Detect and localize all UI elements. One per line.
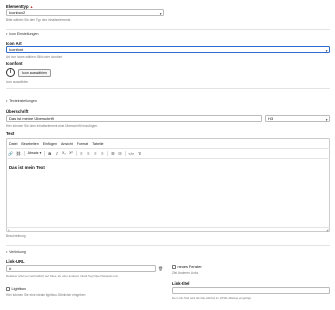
divider bbox=[6, 158, 330, 159]
text-settings-section-toggle[interactable]: ▾ Texteinstellungen bbox=[6, 99, 37, 103]
toolbar-separator bbox=[44, 150, 45, 156]
editor-statusbar: p bbox=[8, 228, 10, 232]
link-url-label: Link-URL bbox=[6, 259, 25, 264]
menu-datei[interactable]: Datei bbox=[9, 142, 17, 146]
select-arrow-icon: ▾ bbox=[325, 48, 328, 53]
unlink-icon[interactable]: ⛓ bbox=[16, 151, 21, 156]
element-type-select[interactable]: Iconbox2 ▾ bbox=[6, 9, 164, 16]
info-icon: i bbox=[6, 67, 15, 77]
menu-bearbeiten[interactable]: Bearbeiten bbox=[21, 142, 38, 146]
link-section-toggle[interactable]: ▾ Verlinkung bbox=[6, 250, 26, 254]
new-window-help: Ziel Anderen Links bbox=[172, 270, 199, 275]
align-right-icon[interactable]: ≡ bbox=[93, 151, 97, 156]
divider bbox=[6, 88, 330, 89]
link-icon[interactable]: 🔗 bbox=[8, 151, 13, 156]
text-help: Beschreibung bbox=[6, 234, 26, 238]
menu-tabelle[interactable]: Tabelle bbox=[92, 142, 103, 146]
link-title-label: Link-titel bbox=[172, 281, 190, 286]
italic-icon[interactable]: I bbox=[55, 151, 59, 156]
iconfont-help: Icon auswählen bbox=[6, 80, 29, 84]
select-arrow-icon: ▾ bbox=[159, 11, 162, 16]
menu-einfuegen[interactable]: Einfügen bbox=[43, 142, 57, 146]
link-title-input[interactable] bbox=[172, 287, 330, 294]
toolbar-separator bbox=[75, 150, 77, 156]
chevron-down-icon: ▾ bbox=[6, 99, 8, 103]
select-icon-button[interactable]: Icon auswählen bbox=[18, 69, 51, 77]
align-left-icon[interactable]: ≡ bbox=[79, 151, 83, 156]
format-select[interactable]: Absatz ▾ bbox=[28, 151, 42, 155]
lightbox-label: Lightbox bbox=[11, 287, 26, 291]
icon-settings-section-toggle[interactable]: ▾ Icon Einstellungen bbox=[6, 32, 38, 36]
align-center-icon[interactable]: ≡ bbox=[86, 151, 90, 156]
toolbar-separator bbox=[124, 150, 126, 156]
bold-icon[interactable]: B bbox=[48, 151, 52, 156]
text-label: Text bbox=[6, 131, 15, 136]
menu-ansicht[interactable]: Ansicht bbox=[61, 142, 73, 146]
lightbox-checkbox-row[interactable]: Lightbox bbox=[6, 287, 26, 291]
align-justify-icon[interactable]: ≡ bbox=[100, 151, 104, 156]
numbered-list-icon[interactable]: ☷ bbox=[118, 151, 122, 156]
bullet-list-icon[interactable]: ☰ bbox=[111, 151, 115, 156]
trash-icon[interactable]: 🗑 bbox=[158, 266, 163, 271]
link-title-help: Der Link-Titel wird als title-Attribut i… bbox=[172, 295, 252, 300]
iconfont-label: Iconfont bbox=[6, 61, 23, 66]
link-url-help: Relativer (Ziel.net verbindlich) auf Sit… bbox=[6, 273, 119, 278]
divider bbox=[6, 29, 330, 30]
heading-level-select[interactable]: H3 ▾ bbox=[265, 115, 330, 122]
new-window-label: neues Fenster bbox=[177, 265, 202, 269]
divider bbox=[6, 245, 330, 246]
editor-toolbar: 🔗 ⛓ Absatz ▾ B I X₂ X² ≡ ≡ ≡ ≡ ☰ ☷ </> T… bbox=[8, 150, 144, 156]
toolbar-separator bbox=[107, 150, 108, 156]
menu-format[interactable]: Format bbox=[77, 142, 88, 146]
heading-help: Hier können Sie dem Inhaltselement eine … bbox=[6, 123, 98, 128]
element-type-help: Bitte wählen Sie den Typ des Inhaltselem… bbox=[6, 17, 72, 22]
lightbox-help: Hier können Sie eine ideale lightbox-Stö… bbox=[6, 292, 86, 297]
divider bbox=[6, 148, 330, 149]
new-window-checkbox-row[interactable]: neues Fenster bbox=[172, 265, 202, 269]
select-arrow-icon: ▾ bbox=[325, 117, 328, 122]
clear-formatting-icon[interactable]: T̸ bbox=[137, 151, 141, 156]
icon-art-help: Art von Icons wählen: Bild oder Iconfont bbox=[6, 54, 63, 59]
resize-handle-icon[interactable]: ◢ bbox=[326, 228, 328, 232]
editor-menubar: Datei Bearbeiten Einfügen Ansicht Format Tabe… bbox=[9, 141, 108, 146]
divider bbox=[6, 227, 330, 228]
new-window-checkbox[interactable] bbox=[172, 265, 176, 269]
superscript-icon[interactable]: X² bbox=[69, 151, 73, 155]
editor-content[interactable]: Das ist mein Text bbox=[9, 165, 45, 170]
heading-input[interactable]: Das ist meine Überschrift bbox=[6, 115, 262, 122]
icon-art-select[interactable]: Iconfont ▾ bbox=[6, 46, 330, 53]
source-code-icon[interactable]: </> bbox=[128, 151, 134, 156]
subscript-icon[interactable]: X₂ bbox=[62, 151, 66, 155]
chevron-down-icon: ▾ bbox=[6, 250, 8, 254]
lightbox-checkbox[interactable] bbox=[6, 287, 10, 291]
heading-label: Überschrift bbox=[6, 109, 29, 114]
chevron-down-icon: ▾ bbox=[39, 151, 42, 155]
toolbar-separator bbox=[24, 150, 25, 156]
chevron-down-icon: ▾ bbox=[6, 32, 8, 36]
link-url-input[interactable]: # bbox=[6, 265, 156, 272]
